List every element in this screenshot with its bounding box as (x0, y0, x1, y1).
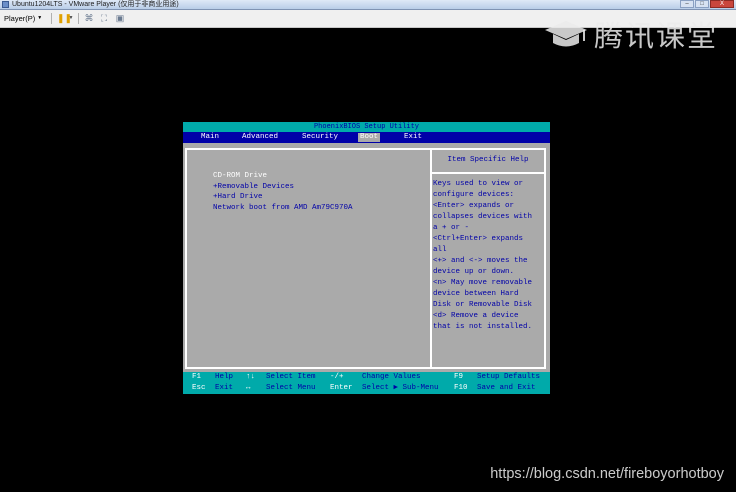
key-updown-action: Select Item (266, 373, 316, 381)
bios-title: PhoenixBIOS Setup Utility (183, 122, 550, 132)
toolbar-separator (78, 13, 79, 24)
help-panel-text: Keys used to view or configure devices: … (433, 179, 543, 333)
help-line: <Enter> expands or (433, 202, 515, 210)
boot-item-network[interactable]: Network boot from AMD Am79C970A (213, 203, 353, 214)
key-f10-action: Save and Exit (477, 384, 536, 392)
pause-dropdown-icon[interactable]: ▼ (66, 13, 76, 23)
key-f9-action: Setup Defaults (477, 373, 541, 381)
key-esc: Esc (192, 384, 206, 392)
help-line: device up or down. (433, 268, 515, 276)
tab-boot[interactable]: Boot (358, 133, 381, 142)
help-line: Disk or Removable Disk (433, 301, 533, 309)
close-button[interactable]: X (710, 0, 734, 8)
boot-item-removable[interactable]: +Removable Devices (213, 182, 353, 193)
key-leftright-action: Select Menu (266, 384, 316, 392)
boot-item-hard-drive[interactable]: +Hard Drive (213, 192, 353, 203)
window-title-bar: Ubuntu1204LTS - VMware Player (仅用于非商业用途)… (0, 0, 736, 10)
key-legend-row: F1 Help ↑↓ Select Item -/+ Change Values… (183, 372, 550, 383)
bios-key-legend: F1 Help ↑↓ Select Item -/+ Change Values… (183, 372, 550, 394)
key-f9: F9 (454, 373, 464, 381)
unity-icon[interactable]: ▣ (115, 13, 125, 23)
help-line: that is not installed. (433, 323, 533, 331)
help-line: Keys used to view or (433, 180, 524, 188)
help-title-divider (432, 172, 544, 174)
help-line: <n> May move removable (433, 279, 533, 287)
key-updown: ↑↓ (246, 373, 256, 381)
boot-item-cdrom[interactable]: CD-ROM Drive (213, 171, 353, 182)
help-line: <+> and <-> moves the (433, 257, 528, 265)
key-minus-plus: -/+ (330, 373, 344, 381)
help-line: device between Hard (433, 290, 519, 298)
player-menu-button[interactable]: Player(P) ▼ (4, 13, 42, 24)
key-enter-action: Select ▶ Sub-Menu (362, 384, 439, 392)
vmware-app-icon (2, 1, 9, 8)
tab-security[interactable]: Security (300, 133, 340, 142)
key-leftright: ↔ (246, 384, 251, 392)
fullscreen-icon[interactable]: ⛶ (99, 13, 109, 23)
help-line: all (433, 246, 447, 254)
tab-advanced[interactable]: Advanced (240, 133, 280, 142)
maximize-button[interactable]: □ (695, 0, 709, 8)
help-line: <Ctrl+Enter> expands (433, 235, 524, 243)
minimize-button[interactable]: – (680, 0, 694, 8)
key-esc-action: Exit (215, 384, 234, 392)
window-title: Ubuntu1204LTS - VMware Player (仅用于非商业用途) (12, 1, 179, 8)
chevron-down-icon: ▼ (37, 15, 43, 21)
bios-body: Item Specific Help CD-ROM Drive +Removab… (183, 143, 550, 372)
key-f10: F10 (454, 384, 468, 392)
send-ctrl-alt-del-icon[interactable]: ⌘ (84, 13, 94, 23)
watermark-brand-text: 腾讯课堂 (593, 21, 718, 53)
blog-url-watermark: https://blog.csdn.net/fireboyorhotboy (490, 466, 724, 482)
graduation-cap-icon (544, 21, 587, 47)
help-line: a + or - (433, 224, 470, 232)
panel-divider (430, 150, 432, 367)
bios-menu-bar: Main Advanced Security Boot Exit (183, 132, 550, 143)
key-f1: F1 (192, 373, 202, 381)
key-minus-plus-action: Change Values (362, 373, 421, 381)
help-line: collapses devices with (433, 213, 533, 221)
tab-main[interactable]: Main (199, 133, 221, 142)
tab-exit[interactable]: Exit (402, 133, 424, 142)
help-line: configure devices: (433, 191, 515, 199)
tencent-classroom-watermark: 腾讯课堂 (544, 16, 718, 53)
help-line: <d> Remove a device (433, 312, 519, 320)
key-legend-row: Esc Exit ↔ Select Menu Enter Select ▶ Su… (183, 383, 550, 394)
window-controls: – □ X (680, 0, 734, 9)
key-f1-action: Help (215, 373, 234, 381)
boot-order-list: CD-ROM Drive +Removable Devices +Hard Dr… (213, 171, 353, 213)
help-panel-title: Item Specific Help (447, 156, 529, 164)
toolbar-separator (51, 13, 52, 24)
key-enter: Enter (330, 384, 353, 392)
player-menu-label: Player(P) (4, 14, 36, 23)
bios-setup-screen: PhoenixBIOS Setup Utility Main Advanced … (183, 122, 550, 394)
